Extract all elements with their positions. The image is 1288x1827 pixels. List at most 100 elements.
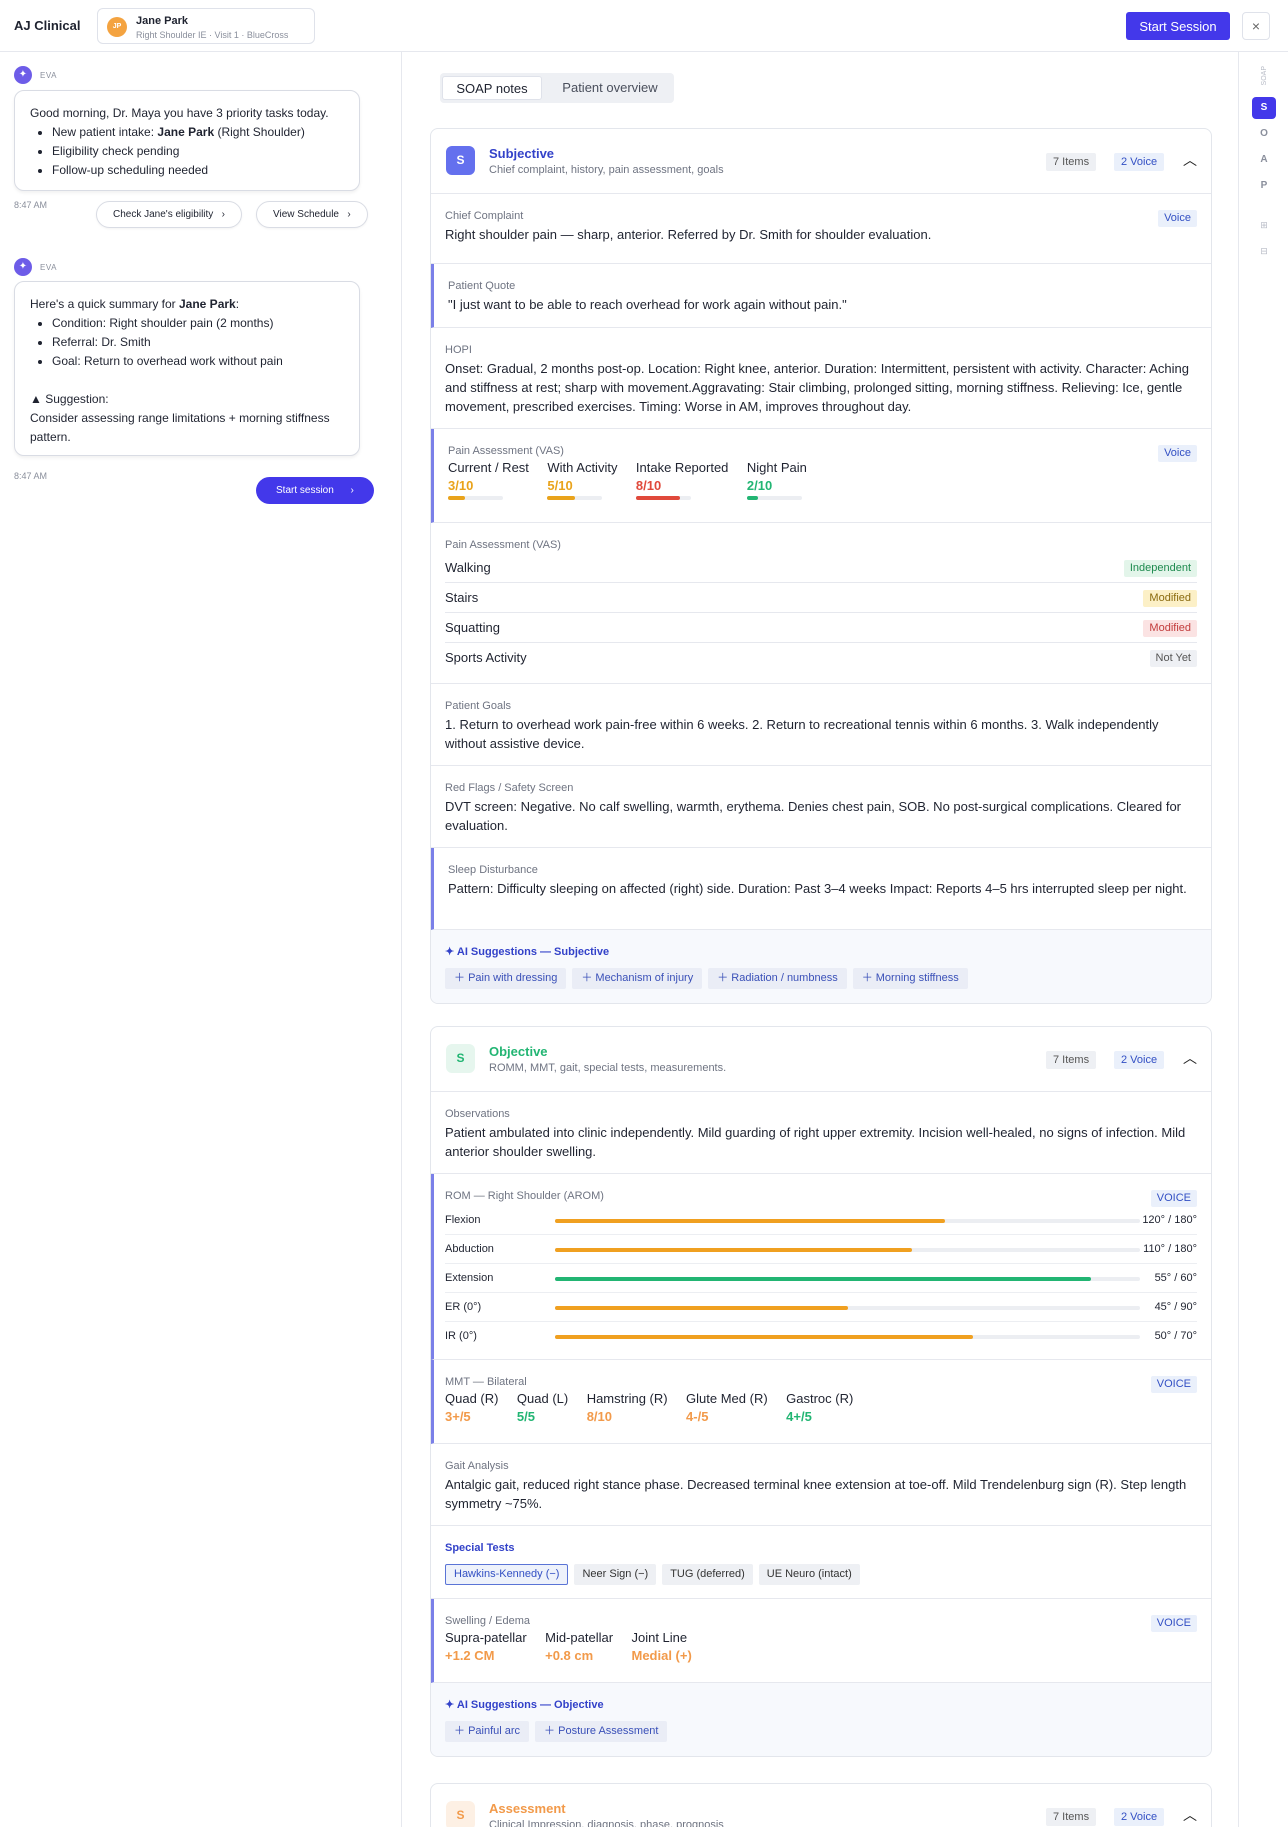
voice-badge: Voice [1158, 445, 1197, 462]
voice-badge: VOICE [1150, 1615, 1197, 1632]
tab-bar: SOAP notes Patient overview [440, 73, 674, 103]
patient-subtitle: Right Shoulder IE · Visit 1 · BlueCross [136, 30, 289, 40]
voice-count-badge: 2 Voice [1114, 153, 1165, 171]
list-item: New patient intake: Jane Park (Right Sho… [52, 123, 344, 142]
swelling-item: Mid-patellar +0.8 cm [545, 1630, 614, 1663]
special-test-chip[interactable]: UE Neuro (intact) [758, 1564, 860, 1585]
list-icon[interactable]: ⊟ [1252, 246, 1276, 257]
rom-row: IR (0°) 50° / 70° [445, 1330, 1197, 1342]
chevron-right-icon: › [350, 485, 354, 496]
assistant-label: EVA [40, 262, 57, 272]
assistant-label: EVA [40, 70, 57, 80]
check-eligibility-button[interactable]: Check Jane's eligibility › [96, 201, 242, 228]
task-list: New patient intake: Jane Park (Right Sho… [52, 123, 344, 180]
voice-badge: Voice [1158, 210, 1197, 227]
rom-row: Flexion 120° / 180° [445, 1206, 1197, 1235]
chief-complaint-text[interactable]: Right shoulder pain — sharp, anterior. R… [445, 225, 1197, 244]
nav-objective[interactable]: O [1252, 128, 1276, 139]
objective-header[interactable]: S Objective ROMM, MMT, gait, special tes… [431, 1027, 1211, 1092]
patient-chip[interactable]: JP Jane Park Right Shoulder IE · Visit 1… [97, 8, 315, 44]
ai-suggestions-title: ✦ AI Suggestions — Objective [445, 1699, 604, 1711]
summary-list: Condition: Right shoulder pain (2 months… [52, 314, 344, 371]
hopi-section: HOPI Onset: Gradual, 2 months post-op. L… [431, 328, 1211, 429]
gait-text[interactable]: Antalgic gait, reduced right stance phas… [445, 1475, 1197, 1513]
list-item: Referral: Dr. Smith [52, 333, 344, 352]
objective-card: S Objective ROMM, MMT, gait, special tes… [430, 1026, 1212, 1757]
vas-bar-fill [746, 496, 758, 500]
section-subtitle: Chief complaint, history, pain assessmen… [489, 164, 724, 176]
gait-section: Gait Analysis Antalgic gait, reduced rig… [431, 1444, 1211, 1526]
assistant-header: ✦ EVA [14, 258, 57, 276]
pain-vas-section: Pain Assessment (VAS) Voice Current / Re… [431, 429, 1211, 523]
subjective-header[interactable]: S Subjective Chief complaint, history, p… [431, 129, 1211, 194]
field-label: Patient Quote [448, 280, 516, 292]
functional-status-section: Pain Assessment (VAS) Walking Independent… [431, 523, 1211, 684]
patient-quote-section: Patient Quote "I just want to be able to… [431, 264, 1211, 328]
patient-quote-text[interactable]: "I just want to be able to reach overhea… [448, 295, 1197, 314]
swelling-section: Swelling / Edema VOICE Supra-patellar +1.… [431, 1599, 1211, 1683]
suggestion-chip[interactable]: ＋ Radiation / numbness [708, 968, 847, 989]
field-label: Swelling / Edema [445, 1615, 530, 1627]
rom-row: Extension 55° / 60° [445, 1264, 1197, 1293]
special-test-chip[interactable]: Neer Sign (−) [574, 1564, 657, 1585]
top-bar: AJ Clinical JP Jane Park Right Shoulder … [0, 0, 1288, 52]
swelling-item: Joint Line Medial (+) [631, 1630, 692, 1663]
swelling-item: Supra-patellar +1.2 CM [445, 1630, 527, 1663]
swelling-values: Supra-patellar +1.2 CM Mid-patellar +0.8 c… [445, 1630, 1197, 1663]
assistant-header: ✦ EVA [14, 66, 57, 84]
field-label: Pain Assessment (VAS) [448, 445, 564, 457]
list-item: Condition: Right shoulder pain (2 months… [52, 314, 344, 333]
status-badge: Not Yet [1149, 650, 1197, 667]
observations-text[interactable]: Patient ambulated into clinic independen… [445, 1123, 1197, 1161]
field-label: MMT — Bilateral [445, 1376, 527, 1388]
navigator-label: SOAP [1261, 66, 1268, 86]
close-icon[interactable]: × [1242, 12, 1270, 40]
suggestion-chip[interactable]: ＋ Painful arc [445, 1721, 530, 1742]
message-time: 8:47 AM [14, 200, 48, 210]
tab-patient-overview[interactable]: Patient overview [550, 76, 670, 100]
special-test-chip[interactable]: Hawkins-Kennedy (−) [445, 1564, 569, 1585]
message-greeting: Good morning, Dr. Maya you have 3 priori… [30, 106, 329, 120]
grid-icon[interactable]: ⊞ [1252, 220, 1276, 231]
summary-intro: Here's a quick summary for Jane Park: [30, 297, 240, 311]
red-flags-section: Red Flags / Safety Screen DVT screen: Ne… [431, 766, 1211, 848]
field-label: Observations [445, 1108, 510, 1120]
start-session-chat-button[interactable]: Start session › [256, 477, 374, 504]
chevron-up-icon[interactable]: ︿ [1183, 153, 1197, 167]
nav-assessment[interactable]: A [1252, 154, 1276, 165]
patient-goals-text[interactable]: 1. Return to overhead work pain-free wit… [445, 715, 1197, 753]
special-test-chip[interactable]: TUG (deferred) [662, 1564, 753, 1585]
vas-bar-fill [547, 496, 575, 500]
nav-plan[interactable]: P [1252, 180, 1276, 191]
observations-section: Observations Patient ambulated into clin… [431, 1092, 1211, 1174]
suggestion-chip[interactable]: ＋ Posture Assessment [535, 1721, 668, 1742]
view-schedule-button[interactable]: View Schedule › [256, 201, 368, 228]
assessment-header[interactable]: S Assessment Clinical Impression, diagno… [431, 1784, 1211, 1827]
suggestion-chip[interactable]: ＋ Morning stiffness [852, 968, 968, 989]
voice-badge: VOICE [1150, 1190, 1197, 1207]
hopi-text[interactable]: Onset: Gradual, 2 months post-op. Locati… [445, 359, 1197, 416]
start-session-button[interactable]: Start Session [1126, 12, 1230, 40]
tab-soap-notes[interactable]: SOAP notes [442, 76, 542, 100]
mmt-scores: Quad (R) 3+/5 Quad (L) 5/5 Hamstring (R) 8/… [445, 1391, 1197, 1424]
voice-badge: VOICE [1150, 1376, 1197, 1393]
mmt-item: Gastroc (R) 4+/5 [786, 1391, 854, 1424]
chevron-up-icon[interactable]: ︿ [1183, 1051, 1197, 1065]
vas-item: Current / Rest 3/10 [448, 460, 529, 500]
suggestion-chip[interactable]: ＋ Mechanism of injury [572, 968, 703, 989]
nav-subjective[interactable]: S [1252, 97, 1276, 119]
rom-bar-fill [555, 1306, 848, 1310]
list-item: Walking Independent [445, 553, 1197, 583]
mmt-section: MMT — Bilateral VOICE Quad (R) 3+/5 Quad … [431, 1360, 1211, 1444]
list-item: Eligibility check pending [52, 142, 344, 161]
soap-navigator: SOAP S O A P ⊞ ⊟ [1238, 52, 1288, 1827]
chat-message: Good morning, Dr. Maya you have 3 priori… [14, 90, 360, 191]
chevron-up-icon[interactable]: ︿ [1183, 1808, 1197, 1822]
vas-item: With Activity 5/10 [547, 460, 617, 500]
red-flags-text[interactable]: DVT screen: Negative. No calf swelling, … [445, 797, 1197, 835]
soap-main: SOAP notes Patient overview S Subjective… [402, 52, 1238, 1827]
suggestion-chip[interactable]: ＋ Pain with dressing [445, 968, 567, 989]
sleep-text[interactable]: Pattern: Difficulty sleeping on affected… [448, 879, 1197, 898]
mmt-item: Quad (R) 3+/5 [445, 1391, 499, 1424]
status-badge: Modified [1143, 590, 1197, 607]
